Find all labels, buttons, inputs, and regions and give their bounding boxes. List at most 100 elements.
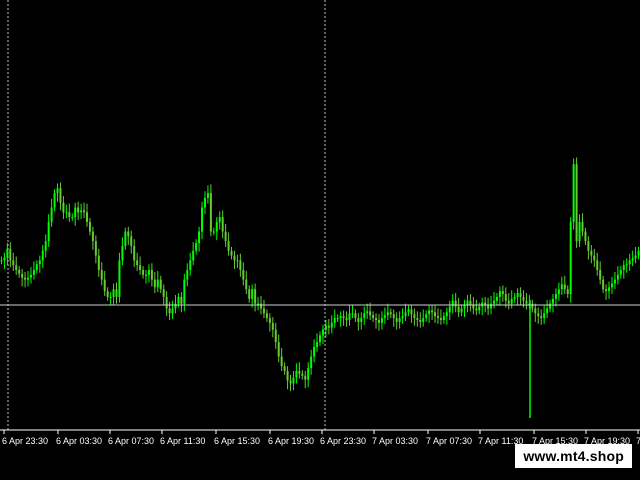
time-tick-label: 6 Apr 11:30 bbox=[160, 436, 205, 446]
candle-body bbox=[304, 375, 307, 380]
candle-body bbox=[628, 260, 631, 265]
candle-body bbox=[97, 255, 100, 270]
time-tick-label: 7 Apr bbox=[636, 436, 640, 446]
candle-body bbox=[543, 313, 546, 319]
candle-body bbox=[27, 277, 30, 280]
candle-body bbox=[336, 318, 339, 320]
candle-body bbox=[422, 318, 425, 322]
candle-body bbox=[316, 342, 319, 347]
candle-body bbox=[599, 270, 602, 280]
candle-body bbox=[195, 243, 198, 251]
candle-body bbox=[86, 212, 89, 222]
candle-body bbox=[495, 296, 498, 301]
candle-body bbox=[557, 289, 560, 295]
candle-body bbox=[50, 207, 53, 222]
candle-body bbox=[192, 250, 195, 261]
candle-body bbox=[434, 312, 437, 317]
candle-body bbox=[321, 329, 324, 336]
candle-body bbox=[386, 312, 389, 316]
candle-body bbox=[224, 231, 227, 242]
candle-body bbox=[242, 270, 245, 280]
candle-body bbox=[439, 318, 442, 320]
candle-body bbox=[572, 164, 575, 222]
candle-body bbox=[516, 293, 519, 297]
candle-body bbox=[507, 300, 510, 304]
candle-body bbox=[584, 231, 587, 242]
candlestick-chart-svg[interactable]: 6 Apr 23:30 6 Apr 03:30 6 Apr 07:30 6 Apr 1… bbox=[0, 0, 640, 480]
candle-body bbox=[457, 306, 460, 313]
candle-body bbox=[307, 368, 310, 380]
candle-body bbox=[602, 279, 605, 290]
candle-body bbox=[268, 318, 271, 323]
candle-body bbox=[581, 221, 584, 232]
candle-body bbox=[292, 377, 295, 384]
candle-body bbox=[203, 197, 206, 208]
candle-body bbox=[493, 300, 496, 304]
candle-body bbox=[537, 313, 540, 317]
candle-body bbox=[398, 318, 401, 322]
candle-body bbox=[324, 325, 327, 330]
candle-body bbox=[12, 260, 15, 266]
candle-body bbox=[298, 370, 301, 374]
candle-body bbox=[218, 217, 221, 222]
candle-body bbox=[260, 303, 263, 309]
candle-body bbox=[451, 300, 454, 307]
candle-body bbox=[389, 312, 392, 315]
price-chart[interactable]: 6 Apr 23:30 6 Apr 03:30 6 Apr 07:30 6 Apr 1… bbox=[0, 0, 640, 480]
candle-body bbox=[18, 270, 21, 274]
candle-body bbox=[230, 250, 233, 256]
candle-body bbox=[83, 210, 86, 213]
candle-body bbox=[345, 318, 348, 320]
candle-body bbox=[144, 274, 147, 276]
candle-body bbox=[330, 322, 333, 328]
candle-body bbox=[310, 356, 313, 369]
candle-body bbox=[112, 289, 115, 297]
candle-body bbox=[174, 303, 177, 309]
candle-body bbox=[274, 329, 277, 343]
candle-body bbox=[109, 296, 112, 298]
candle-body bbox=[245, 279, 248, 290]
candle-body bbox=[596, 260, 599, 270]
candle-body bbox=[404, 312, 407, 317]
candle-body bbox=[425, 314, 428, 319]
candle-body bbox=[551, 298, 554, 304]
candle-body bbox=[156, 279, 159, 288]
candle-body bbox=[301, 373, 304, 376]
candle-body bbox=[475, 308, 478, 311]
time-tick-label: 6 Apr 23:30 bbox=[320, 436, 366, 446]
candle-body bbox=[186, 270, 189, 280]
candle-body bbox=[608, 287, 611, 292]
candle-body bbox=[0, 260, 3, 262]
candle-body bbox=[201, 207, 204, 232]
candle-body bbox=[153, 279, 156, 288]
candle-body bbox=[534, 308, 537, 314]
candle-body bbox=[94, 241, 97, 256]
candle-body bbox=[189, 260, 192, 270]
candle-body bbox=[395, 318, 398, 322]
candle-body bbox=[578, 221, 581, 242]
watermark-logo: www.mt4.shop bbox=[515, 444, 632, 468]
candle-body bbox=[525, 300, 528, 304]
candle-body bbox=[100, 270, 103, 280]
candle-body bbox=[366, 311, 369, 314]
candle-body bbox=[41, 250, 44, 261]
candle-body bbox=[139, 265, 142, 270]
candle-body bbox=[3, 257, 6, 261]
candle-body bbox=[106, 291, 109, 297]
candle-body bbox=[9, 248, 12, 261]
candle-body bbox=[127, 231, 130, 237]
candle-body bbox=[262, 308, 265, 314]
candle-body bbox=[221, 217, 224, 232]
candle-body bbox=[212, 231, 215, 233]
candle-body bbox=[88, 221, 91, 232]
candle-body bbox=[198, 231, 201, 244]
candle-body bbox=[124, 231, 127, 246]
candle-body bbox=[147, 270, 150, 275]
candle-body bbox=[29, 274, 32, 278]
candle-body bbox=[6, 248, 9, 258]
candle-body bbox=[21, 273, 24, 278]
candle-body bbox=[501, 291, 504, 295]
candle-body bbox=[605, 289, 608, 292]
candle-body bbox=[360, 318, 363, 322]
candle-body bbox=[47, 221, 50, 242]
